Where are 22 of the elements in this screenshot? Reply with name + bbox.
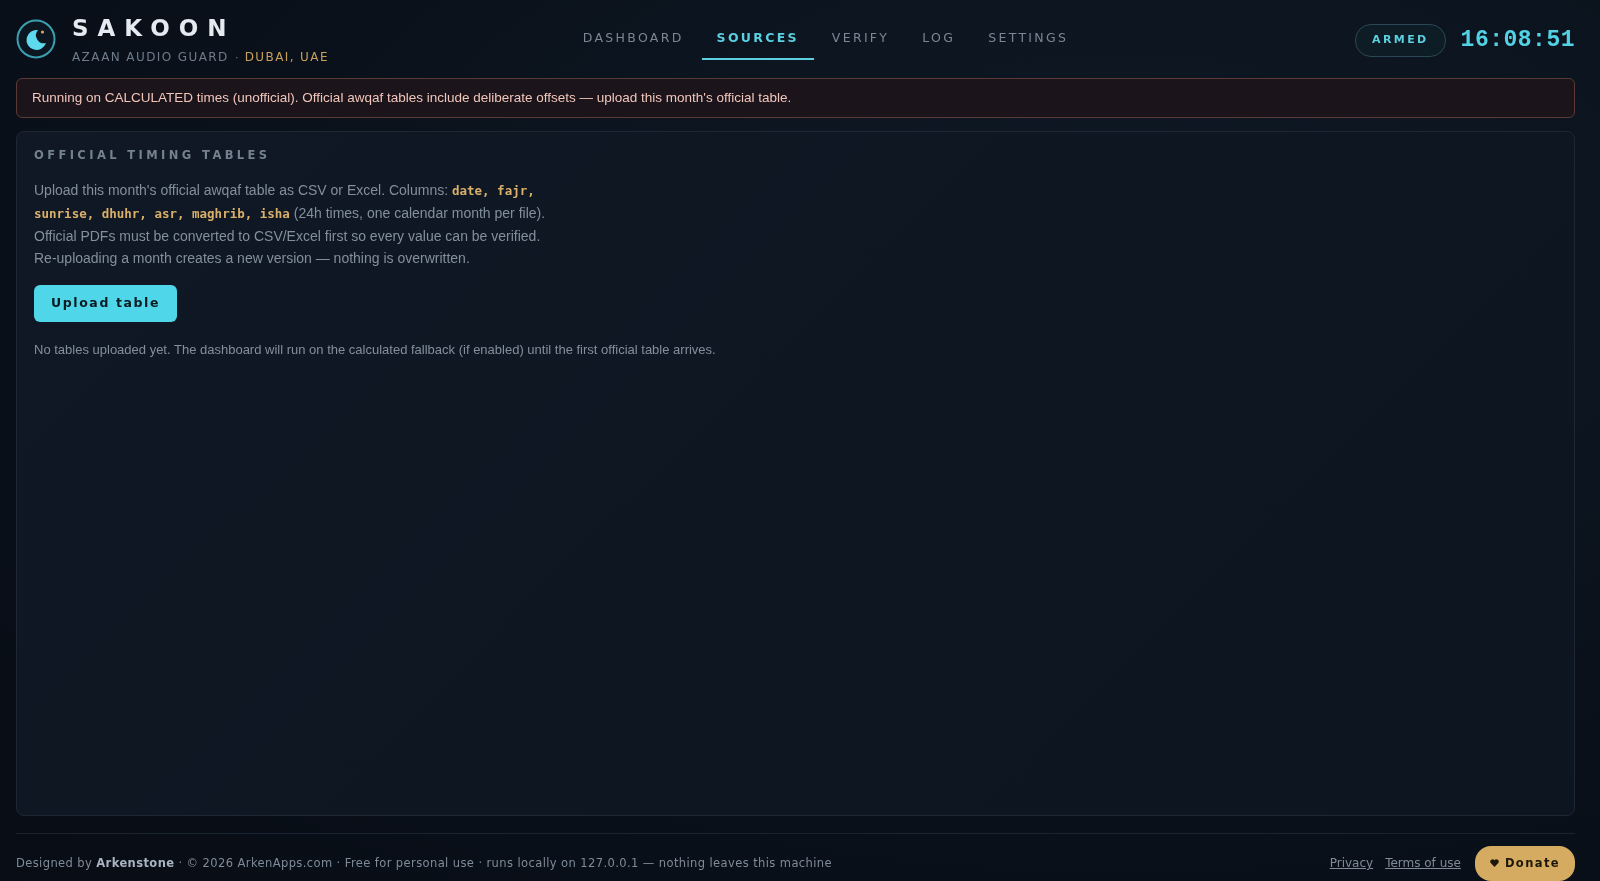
- nav-tab[interactable]: VERIFY: [816, 19, 905, 60]
- upload-instructions: Upload this month's official awqaf table as CSV or Excel. Columns: date, fajr, sunrise, dhuhr, asr, maghrib, isha (24h times, one calendar month per file). Official PDFs must be converted to CSV/Excel first so every value can be verified. Re-uploading a month creates a new version — nothing is overwritten.: [34, 181, 547, 269]
- status-badge: ARMED: [1355, 24, 1446, 57]
- donate-button[interactable]: Donate: [1474, 845, 1575, 881]
- app-subtitle: AZAAN AUDIO GUARD: [72, 49, 229, 66]
- warning-banner: Running on CALCULATED times (unofficial). Official awqaf tables include deliberate offsets — upload this month's official table.: [16, 78, 1575, 119]
- nav-tab[interactable]: SETTINGS: [973, 19, 1084, 60]
- nav-tab[interactable]: SOURCES: [701, 19, 814, 60]
- crescent-moon-logo-icon: [16, 18, 56, 59]
- nav-tab[interactable]: DASHBOARD: [567, 19, 699, 60]
- location-label: DUBAI, UAE: [244, 49, 329, 66]
- separator-dot: ·: [234, 49, 239, 66]
- nav-tab[interactable]: LOG: [907, 19, 971, 60]
- empty-state-note: No tables uploaded yet. The dashboard will run on the calculated fallback (if enabled) until the first official table arrives.: [34, 340, 717, 359]
- footer-link[interactable]: Terms of use: [1385, 854, 1461, 873]
- heart-icon: [1489, 859, 1499, 868]
- footer-credits: Designed by Arkenstone · © 2026 ArkenApps.com · Free for personal use · runs locally on 127.0.0.1 — nothing leaves this machine: [16, 854, 834, 872]
- footer-link[interactable]: Privacy: [1329, 854, 1374, 873]
- upload-table-button[interactable]: Upload table: [34, 285, 178, 322]
- clock-time: 16:08:51: [1460, 26, 1575, 56]
- panel-title: OFFICIAL TIMING TABLES: [34, 149, 272, 164]
- app-title: SAKOON: [72, 17, 237, 40]
